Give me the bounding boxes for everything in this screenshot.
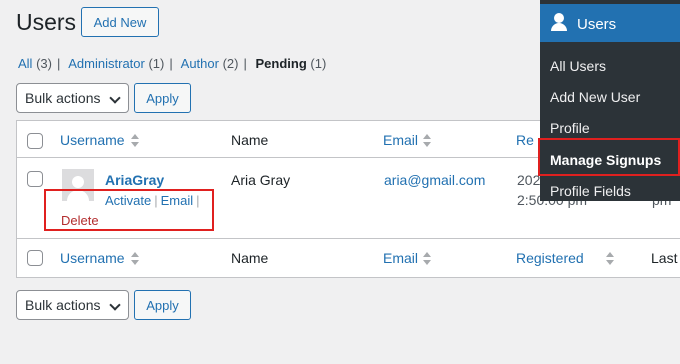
sort-arrows-icon[interactable] — [131, 134, 140, 148]
menu-users-header[interactable]: Users — [540, 4, 680, 42]
column-name: Name — [231, 132, 269, 148]
sort-arrows-icon[interactable] — [423, 252, 432, 266]
add-new-button[interactable]: Add New — [81, 7, 159, 37]
bulk-actions-select-top[interactable]: Bulk actions — [16, 83, 129, 113]
apply-button-top[interactable]: Apply — [134, 83, 191, 113]
column-email[interactable]: Email — [383, 132, 418, 148]
view-administrator[interactable]: Administrator (1) — [68, 56, 164, 71]
user-role-filter: All (3) | Administrator (1) | Author (2) | … — [18, 56, 327, 71]
select-all-checkbox-footer[interactable] — [27, 250, 43, 266]
column-name-footer: Name — [231, 250, 269, 266]
chevron-down-icon — [109, 299, 121, 311]
view-pending[interactable]: Pending — [256, 56, 307, 71]
column-last-footer: Last — [651, 250, 678, 266]
column-username[interactable]: Username — [60, 132, 125, 148]
bulk-actions-select-bottom[interactable]: Bulk actions — [16, 290, 129, 320]
column-registered-footer[interactable]: Registered — [516, 250, 584, 266]
highlight-box — [44, 189, 214, 231]
column-registered[interactable]: Re — [516, 132, 534, 148]
user-email-link[interactable]: aria@gmail.com — [384, 172, 485, 188]
view-author[interactable]: Author (2) — [181, 56, 239, 71]
column-username-footer[interactable]: Username — [60, 250, 125, 266]
user-icon — [550, 13, 568, 31]
view-all[interactable]: All (3) — [18, 56, 52, 71]
sort-arrows-icon[interactable] — [423, 134, 432, 148]
select-all-checkbox[interactable] — [27, 133, 43, 149]
row-checkbox[interactable] — [27, 171, 43, 187]
highlight-box — [538, 138, 680, 176]
chevron-down-icon — [109, 92, 121, 104]
menu-item-profile[interactable]: Profile — [550, 120, 590, 136]
page-title: Users — [16, 9, 77, 35]
menu-item-all-users[interactable]: All Users — [550, 58, 606, 74]
divider — [17, 238, 680, 239]
apply-button-bottom[interactable]: Apply — [134, 290, 191, 320]
sort-arrows-icon[interactable] — [606, 252, 615, 266]
user-full-name: Aria Gray — [231, 172, 291, 188]
registered-date: 202 — [517, 172, 541, 188]
column-email-footer[interactable]: Email — [383, 250, 418, 266]
menu-item-add-new-user[interactable]: Add New User — [550, 89, 640, 105]
user-login-link[interactable]: AriaGray — [105, 172, 164, 188]
menu-item-profile-fields[interactable]: Profile Fields — [550, 183, 631, 199]
sort-arrows-icon[interactable] — [131, 252, 140, 266]
